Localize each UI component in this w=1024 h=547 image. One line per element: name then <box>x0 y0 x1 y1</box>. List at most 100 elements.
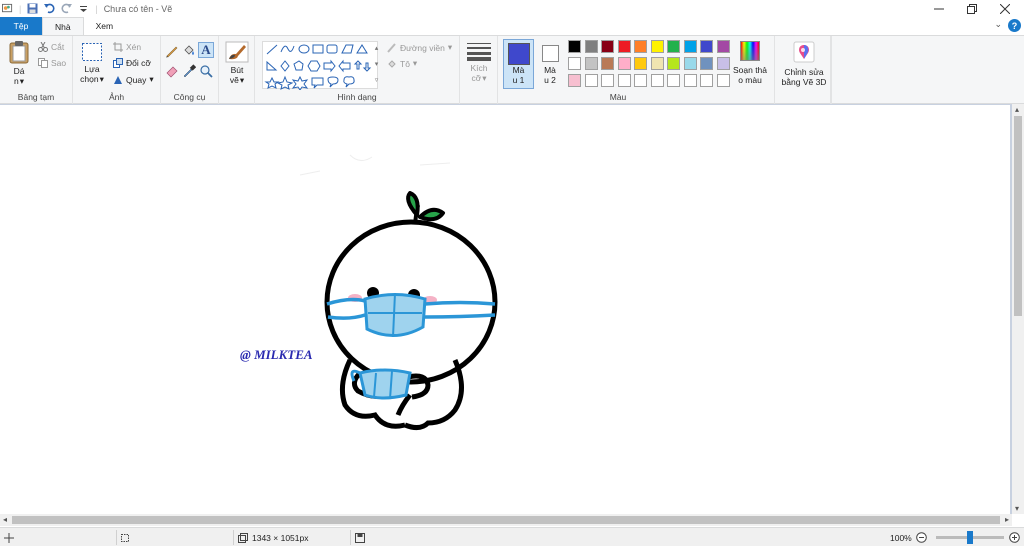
color-swatch[interactable] <box>634 74 647 87</box>
color-swatch[interactable] <box>716 74 730 87</box>
color-swatch[interactable] <box>700 57 713 70</box>
text-tool[interactable]: A <box>198 42 214 58</box>
ribbon-tabs: Tệp Nhà Xem <box>0 17 1024 35</box>
rotate-icon <box>114 75 122 84</box>
color-swatch[interactable] <box>683 40 697 53</box>
fill-tool[interactable] <box>182 44 196 60</box>
crop-button[interactable]: Xén <box>113 42 141 52</box>
copy-button[interactable]: Sao <box>38 58 66 68</box>
color-swatch[interactable] <box>650 74 664 87</box>
zoom-in-button[interactable] <box>1009 528 1020 547</box>
clipboard-icon <box>9 41 29 64</box>
color-swatch[interactable] <box>700 40 713 53</box>
paint-window: | | Chưa có tên - Vẽ Tệp Nhà Xem ⌄ ? Dá … <box>0 0 1024 546</box>
color-swatch[interactable] <box>617 57 631 70</box>
eraser-icon <box>166 66 178 78</box>
color-swatch[interactable] <box>700 74 713 87</box>
shapes-scroll[interactable]: ▴ ▾ ▿ <box>372 41 381 89</box>
magnifier-icon <box>200 65 213 78</box>
color-swatch[interactable] <box>716 57 730 70</box>
zoom-out-button[interactable] <box>916 528 927 547</box>
color-swatch[interactable] <box>634 40 647 53</box>
size-button[interactable]: Kích cỡ ▾ <box>465 41 493 84</box>
color-picker-tool[interactable] <box>182 64 197 80</box>
color-swatch[interactable] <box>667 40 680 53</box>
outline-button[interactable]: Đường viền ▾ <box>387 42 452 53</box>
zoom-slider[interactable] <box>936 531 1004 544</box>
undo-icon[interactable] <box>44 3 55 14</box>
redo-icon[interactable] <box>61 3 73 14</box>
drawing-canvas[interactable]: @ MILKTEA <box>0 105 1010 515</box>
minimize-button[interactable] <box>922 0 956 17</box>
select-label-1: Lựa <box>84 64 100 74</box>
save-icon[interactable] <box>27 3 38 14</box>
vertical-scroll-thumb[interactable] <box>1014 116 1022 316</box>
color-swatch[interactable] <box>617 40 631 53</box>
color-swatch[interactable] <box>667 57 680 70</box>
color-swatch[interactable] <box>683 74 697 87</box>
image-dimensions-text: 1343 × 1051px <box>252 532 309 543</box>
zoom-percent: 100% <box>890 532 912 543</box>
color-swatch[interactable] <box>716 40 730 53</box>
scroll-down-icon[interactable]: ▾ <box>1015 504 1019 513</box>
shapes-group-label: Hình dạng <box>337 92 377 102</box>
scroll-up-icon[interactable]: ▴ <box>1015 105 1019 114</box>
paint-app-icon[interactable] <box>2 3 13 14</box>
tools-group: A Công cụ <box>161 36 219 104</box>
select-button[interactable]: Lựa chọn ▾ <box>79 42 105 85</box>
tab-file[interactable]: Tệp <box>0 17 42 35</box>
select-label-2: chọn <box>80 74 99 84</box>
color2-button[interactable]: Mà u 2 <box>536 39 564 89</box>
selection-size <box>120 528 130 547</box>
color-swatch[interactable] <box>568 40 581 53</box>
size-label-2: cỡ <box>471 73 482 83</box>
color-swatch[interactable] <box>584 74 598 87</box>
outline-dropdown-icon: ▾ <box>447 42 453 52</box>
clipboard-group-label: Bảng tạm <box>17 92 55 102</box>
color-swatch[interactable] <box>584 57 598 70</box>
tab-home[interactable]: Nhà <box>42 17 84 35</box>
color-swatch[interactable] <box>617 74 631 87</box>
color-swatch[interactable] <box>683 57 697 70</box>
fill-button[interactable]: Tô ▾ <box>387 58 417 69</box>
paste-button[interactable]: Dá n ▾ <box>6 40 32 90</box>
color-swatch[interactable] <box>650 40 664 53</box>
zoom-slider-thumb[interactable] <box>967 531 973 544</box>
paste-label-1: Dá <box>13 66 25 76</box>
pencil-icon <box>166 46 178 58</box>
close-button[interactable] <box>988 0 1022 17</box>
horizontal-scroll-thumb[interactable] <box>12 516 1000 524</box>
rotate-button[interactable]: Quay ▾ <box>113 74 154 85</box>
outline-label: Đường viền <box>400 42 445 53</box>
resize-button[interactable]: Đổi cỡ <box>113 58 151 68</box>
magnifier-tool[interactable] <box>199 64 213 80</box>
edit-colors-button[interactable]: Soạn thả o màu <box>731 41 769 85</box>
paint3d-button[interactable]: Chỉnh sửa bằng Vẽ 3D <box>777 41 831 87</box>
scroll-left-icon[interactable]: ◂ <box>3 515 7 524</box>
collapse-ribbon-icon[interactable]: ⌄ <box>994 19 1002 30</box>
color-swatch[interactable] <box>601 40 614 53</box>
color-swatch[interactable] <box>584 40 598 53</box>
brushes-button[interactable]: Bút vẽ ▾ <box>223 41 251 86</box>
horizontal-scrollbar[interactable]: ◂ ▸ <box>0 514 1012 526</box>
tab-view[interactable]: Xem <box>84 17 125 35</box>
cut-button[interactable]: Cắt <box>38 42 64 52</box>
customize-icon[interactable] <box>78 3 89 14</box>
paint3d-label-2: bằng Vẽ 3D <box>781 77 827 87</box>
color-swatch[interactable] <box>568 74 581 87</box>
color-swatch[interactable] <box>667 74 680 87</box>
color-swatch[interactable] <box>650 57 664 70</box>
help-icon[interactable]: ? <box>1008 19 1021 32</box>
restore-button[interactable] <box>955 0 989 17</box>
vertical-scrollbar[interactable]: ▴ ▾ <box>1012 104 1024 514</box>
edit-colors-icon <box>740 41 760 61</box>
eraser-tool[interactable] <box>165 64 179 80</box>
scroll-right-icon[interactable]: ▸ <box>1005 515 1009 524</box>
color-swatch[interactable] <box>568 57 581 70</box>
pencil-tool[interactable] <box>165 44 179 60</box>
color1-button[interactable]: Mà u 1 <box>503 39 534 89</box>
brushes-group: Bút vẽ ▾ <box>219 36 255 104</box>
color-swatch[interactable] <box>634 57 647 70</box>
color-swatch[interactable] <box>601 74 614 87</box>
color-swatch[interactable] <box>601 57 614 70</box>
